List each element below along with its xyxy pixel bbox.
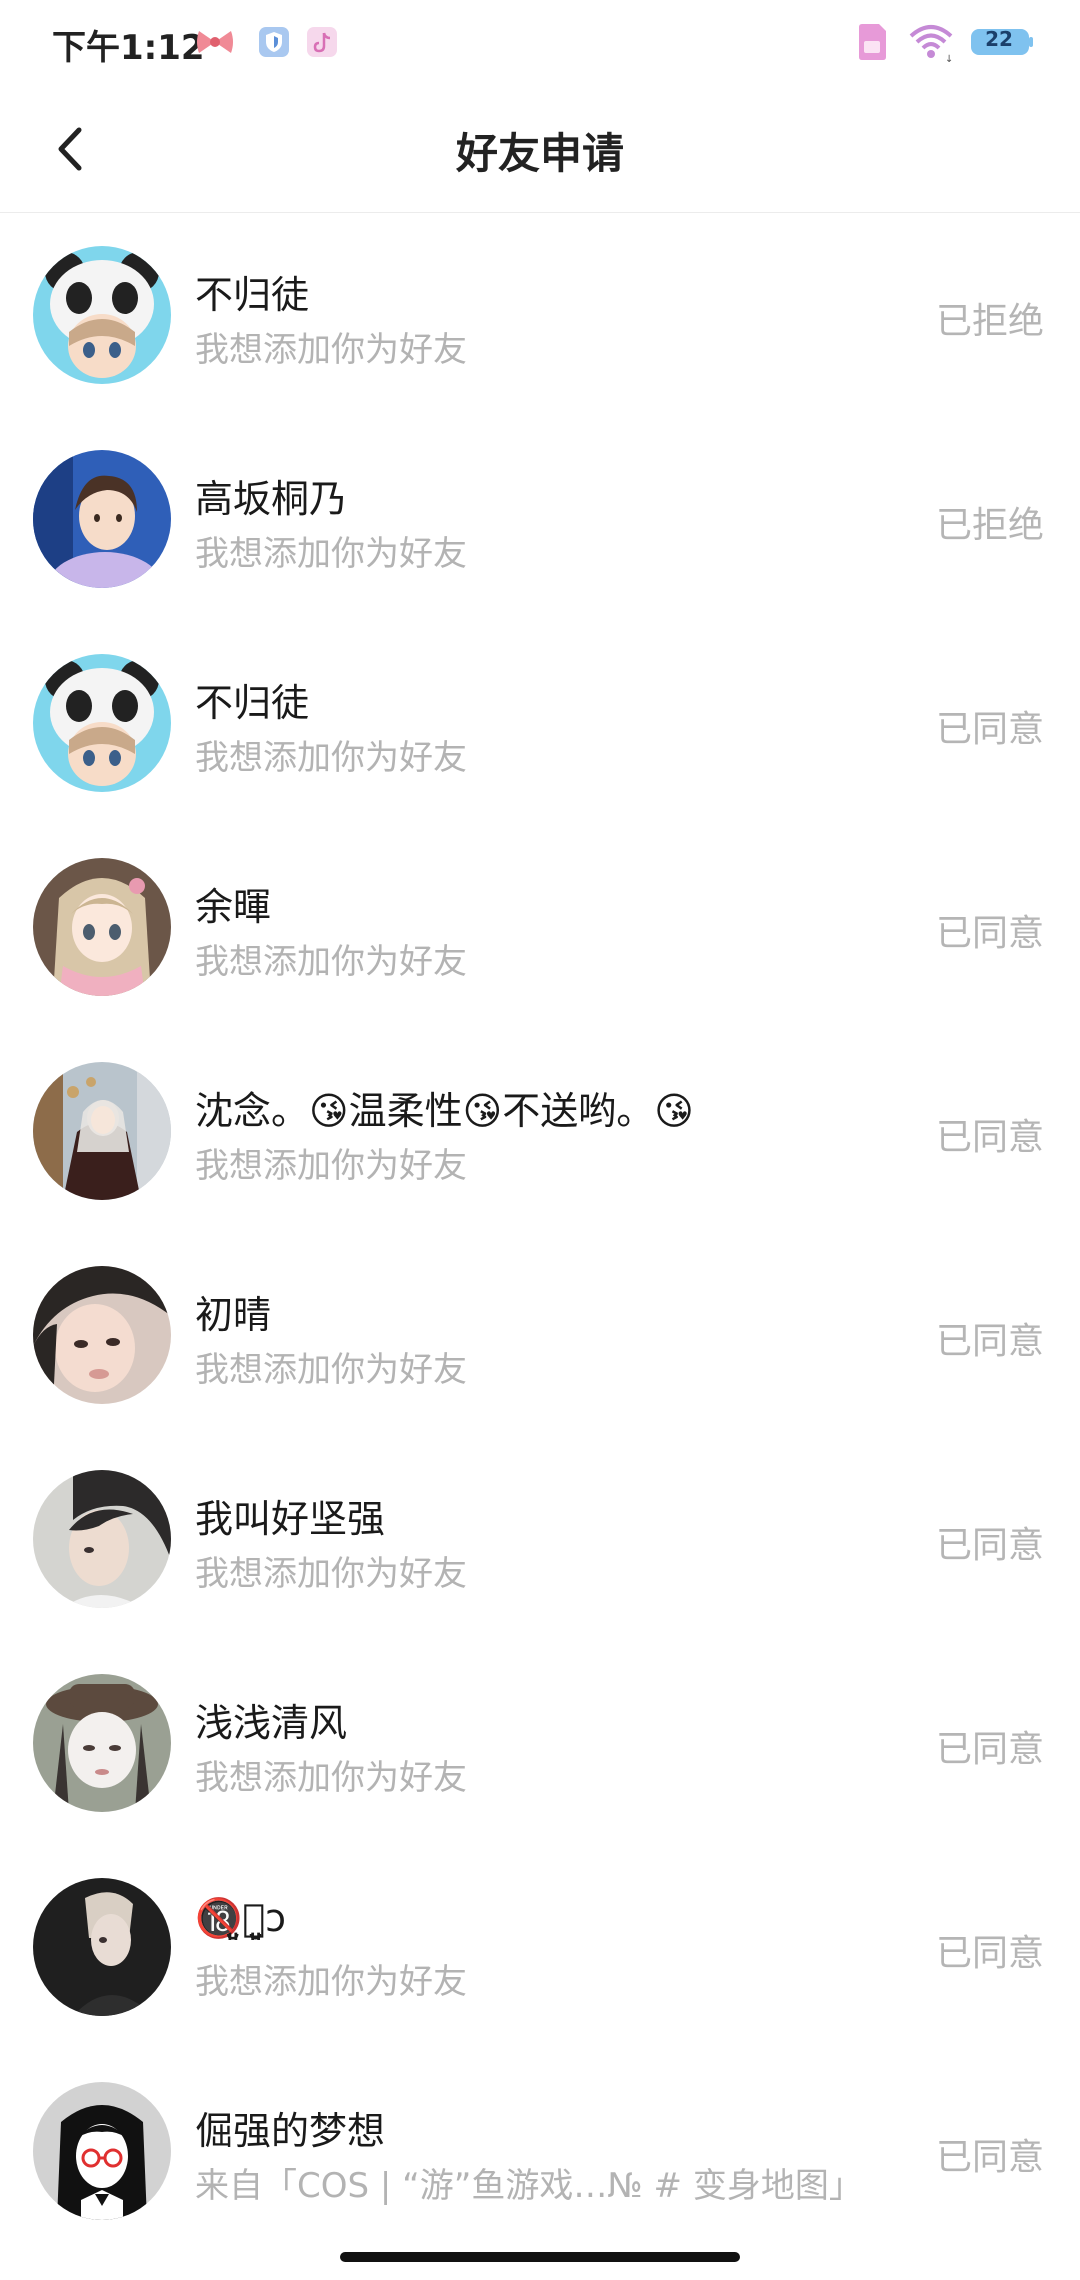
- shield-app-icon: [256, 22, 292, 62]
- status-time: 下午1:12: [52, 28, 205, 68]
- friend-request-item[interactable]: 余暉 我想添加你为好友 已同意: [0, 826, 1080, 1030]
- request-status: 已同意: [935, 1525, 1044, 1566]
- friend-request-item[interactable]: 沈念。😘温柔性😘不送哟。😘 我想添加你为好友 已同意: [0, 1030, 1080, 1234]
- requester-name: 倔强的梦想: [195, 2109, 386, 2153]
- request-status: 已同意: [935, 1117, 1044, 1158]
- panda-hood-girl-avatar[interactable]: [33, 246, 171, 384]
- request-message: 我想添加你为好友: [195, 1146, 467, 1186]
- request-message: 我想添加你为好友: [195, 330, 467, 370]
- friend-request-item[interactable]: 倔强的梦想 来自「COS | “游”鱼游戏…№ # 变身地图」 已同意: [0, 2050, 1080, 2254]
- request-message: 我想添加你为好友: [195, 534, 467, 574]
- hat-girl-photo-avatar[interactable]: [33, 1674, 171, 1812]
- nav-header: 好友申请: [0, 90, 1080, 213]
- tiktok-app-icon: [304, 22, 340, 62]
- request-status: 已同意: [935, 709, 1044, 750]
- wifi-icon: ↓↑: [906, 22, 956, 62]
- request-message: 我想添加你为好友: [195, 1350, 467, 1390]
- battery-icon: 22: [968, 22, 1036, 62]
- request-status: 已同意: [935, 1321, 1044, 1362]
- status-bar: 下午1:12 ↓↑ 22: [0, 0, 1080, 90]
- friend-request-item[interactable]: 不归徒 我想添加你为好友 已拒绝: [0, 214, 1080, 418]
- battery-level: 22: [985, 27, 1013, 51]
- requester-name: 不归徒: [195, 681, 310, 725]
- requester-name: 不归徒: [195, 273, 310, 317]
- request-status: 已同意: [935, 1729, 1044, 1770]
- request-status: 已同意: [935, 1933, 1044, 1974]
- friend-request-item[interactable]: 初晴 我想添加你为好友 已同意: [0, 1234, 1080, 1438]
- requester-name: 浅浅清风: [195, 1701, 348, 1745]
- dark-boy-photo-avatar[interactable]: [33, 1878, 171, 2016]
- requester-name: 余暉: [195, 885, 272, 929]
- request-status: 已同意: [935, 913, 1044, 954]
- requester-name: 高坂桐乃: [195, 477, 348, 521]
- friend-request-item[interactable]: 浅浅清风 我想添加你为好友 已同意: [0, 1642, 1080, 1846]
- friend-request-list: 不归徒 我想添加你为好友 已拒绝 高坂桐乃 我想添加你为好友 已拒绝 不归徒 我…: [0, 214, 1080, 2254]
- requester-name: 我叫好坚强: [195, 1497, 386, 1541]
- request-message: 我想添加你为好友: [195, 1758, 467, 1798]
- request-status: 已同意: [935, 2137, 1044, 2178]
- boy-photo-avatar[interactable]: [33, 1470, 171, 1608]
- request-message: 我想添加你为好友: [195, 738, 467, 778]
- friend-request-item[interactable]: 我叫好坚强 我想添加你为好友 已同意: [0, 1438, 1080, 1642]
- requester-name: 初晴: [195, 1293, 272, 1337]
- svg-text:↓↑: ↓↑: [945, 54, 955, 62]
- friend-request-item[interactable]: 高坂桐乃 我想添加你为好友 已拒绝: [0, 418, 1080, 622]
- request-message: 我想添加你为好友: [195, 942, 467, 982]
- requester-name: 🔞͈̮忆͈̮ↄ: [195, 1896, 286, 1940]
- home-indicator[interactable]: [340, 2252, 740, 2262]
- glasses-girl-drawing-avatar[interactable]: [33, 2082, 171, 2220]
- anime-boy-avatar[interactable]: [33, 450, 171, 588]
- request-status: 已拒绝: [935, 505, 1044, 546]
- request-message: 我想添加你为好友: [195, 1962, 467, 2002]
- anime-fantasy-avatar[interactable]: [33, 1062, 171, 1200]
- friend-request-item[interactable]: 不归徒 我想添加你为好友 已同意: [0, 622, 1080, 826]
- request-source: 来自「COS | “游”鱼游戏…№ # 变身地图」: [195, 2166, 863, 2206]
- anime-girl-scarf-avatar[interactable]: [33, 858, 171, 996]
- girl-photo-avatar[interactable]: [33, 1266, 171, 1404]
- friend-request-item[interactable]: 🔞͈̮忆͈̮ↄ 我想添加你为好友 已同意: [0, 1846, 1080, 2050]
- requester-name: 沈念。😘温柔性😘不送哟。😘: [195, 1089, 694, 1133]
- panda-hood-girl-avatar[interactable]: [33, 654, 171, 792]
- bow-icon: [192, 22, 238, 62]
- request-message: 我想添加你为好友: [195, 1554, 467, 1594]
- page-title: 好友申请: [455, 129, 624, 178]
- request-status: 已拒绝: [935, 301, 1044, 342]
- sim-card-icon: [852, 22, 892, 62]
